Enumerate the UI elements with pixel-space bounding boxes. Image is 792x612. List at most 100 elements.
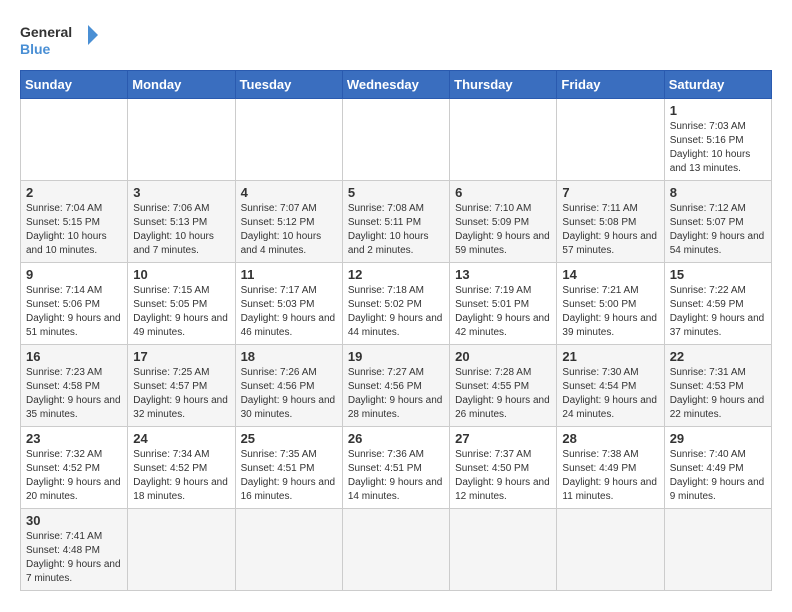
day-info: Sunrise: 7:18 AM Sunset: 5:02 PM Dayligh…	[348, 284, 444, 340]
day-info: Sunrise: 7:11 AM Sunset: 5:08 PM Dayligh…	[562, 202, 658, 258]
day-number: 27	[455, 431, 551, 446]
calendar-cell: 28Sunrise: 7:38 AM Sunset: 4:49 PM Dayli…	[557, 427, 664, 509]
svg-text:Blue: Blue	[20, 41, 51, 57]
day-number: 2	[26, 185, 122, 200]
day-number: 17	[133, 349, 229, 364]
day-number: 30	[26, 513, 122, 528]
calendar-cell	[128, 99, 235, 181]
day-number: 18	[241, 349, 337, 364]
day-header-sunday: Sunday	[21, 71, 128, 99]
day-number: 3	[133, 185, 229, 200]
calendar-cell: 4 Sunrise: 7:07 AM Sunset: 5:12 PM Daylig…	[235, 181, 342, 263]
calendar-cell	[557, 99, 664, 181]
calendar-cell: 18 Sunrise: 7:26 AM Sunset: 4:56 PM Dayli…	[235, 345, 342, 427]
day-number: 24	[133, 431, 229, 446]
day-number: 29	[670, 431, 766, 446]
day-info: Sunrise: 7:35 AM Sunset: 4:51 PM Dayligh…	[241, 448, 337, 504]
calendar-cell: 15 Sunrise: 7:22 AM Sunset: 4:59 PM Dayli…	[664, 263, 771, 345]
day-header-thursday: Thursday	[450, 71, 557, 99]
calendar-cell: 30 Sunrise: 7:41 AM Sunset: 4:48 PM Dayli…	[21, 509, 128, 591]
calendar-cell: 27Sunrise: 7:37 AM Sunset: 4:50 PM Dayli…	[450, 427, 557, 509]
day-number: 12	[348, 267, 444, 282]
day-number: 7	[562, 185, 658, 200]
day-number: 4	[241, 185, 337, 200]
calendar-cell: 17Sunrise: 7:25 AM Sunset: 4:57 PM Dayli…	[128, 345, 235, 427]
calendar-cell: 26 Sunrise: 7:36 AM Sunset: 4:51 PM Dayli…	[342, 427, 449, 509]
calendar-cell	[342, 509, 449, 591]
calendar-week-row: 16Sunrise: 7:23 AM Sunset: 4:58 PM Dayli…	[21, 345, 772, 427]
day-info: Sunrise: 7:27 AM Sunset: 4:56 PM Dayligh…	[348, 366, 444, 422]
calendar-cell: 19 Sunrise: 7:27 AM Sunset: 4:56 PM Dayli…	[342, 345, 449, 427]
calendar-cell: 13Sunrise: 7:19 AM Sunset: 5:01 PM Dayli…	[450, 263, 557, 345]
day-info: Sunrise: 7:17 AM Sunset: 5:03 PM Dayligh…	[241, 284, 337, 340]
day-info: Sunrise: 7:21 AM Sunset: 5:00 PM Dayligh…	[562, 284, 658, 340]
calendar-cell	[21, 99, 128, 181]
calendar-cell: 21 Sunrise: 7:30 AM Sunset: 4:54 PM Dayli…	[557, 345, 664, 427]
day-header-tuesday: Tuesday	[235, 71, 342, 99]
calendar-cell	[342, 99, 449, 181]
calendar-cell: 11 Sunrise: 7:17 AM Sunset: 5:03 PM Dayli…	[235, 263, 342, 345]
day-info: Sunrise: 7:31 AM Sunset: 4:53 PM Dayligh…	[670, 366, 766, 422]
day-header-saturday: Saturday	[664, 71, 771, 99]
calendar-week-row: 9 Sunrise: 7:14 AM Sunset: 5:06 PM Daylig…	[21, 263, 772, 345]
calendar-cell: 12 Sunrise: 7:18 AM Sunset: 5:02 PM Dayli…	[342, 263, 449, 345]
day-number: 20	[455, 349, 551, 364]
calendar-cell: 24 Sunrise: 7:34 AM Sunset: 4:52 PM Dayli…	[128, 427, 235, 509]
day-info: Sunrise: 7:03 AM Sunset: 5:16 PM Dayligh…	[670, 120, 766, 176]
calendar-cell: 23Sunrise: 7:32 AM Sunset: 4:52 PM Dayli…	[21, 427, 128, 509]
calendar-cell	[557, 509, 664, 591]
day-info: Sunrise: 7:41 AM Sunset: 4:48 PM Dayligh…	[26, 530, 122, 586]
header: General Blue	[20, 20, 772, 60]
calendar-cell	[235, 509, 342, 591]
day-info: Sunrise: 7:22 AM Sunset: 4:59 PM Dayligh…	[670, 284, 766, 340]
day-number: 23	[26, 431, 122, 446]
calendar-cell: 16Sunrise: 7:23 AM Sunset: 4:58 PM Dayli…	[21, 345, 128, 427]
calendar-cell: 10 Sunrise: 7:15 AM Sunset: 5:05 PM Dayli…	[128, 263, 235, 345]
calendar-cell: 14Sunrise: 7:21 AM Sunset: 5:00 PM Dayli…	[557, 263, 664, 345]
calendar: SundayMondayTuesdayWednesdayThursdayFrid…	[20, 70, 772, 591]
calendar-cell: 29 Sunrise: 7:40 AM Sunset: 4:49 PM Dayli…	[664, 427, 771, 509]
day-info: Sunrise: 7:30 AM Sunset: 4:54 PM Dayligh…	[562, 366, 658, 422]
day-info: Sunrise: 7:04 AM Sunset: 5:15 PM Dayligh…	[26, 202, 122, 258]
calendar-cell: 8 Sunrise: 7:12 AM Sunset: 5:07 PM Daylig…	[664, 181, 771, 263]
day-number: 11	[241, 267, 337, 282]
day-info: Sunrise: 7:14 AM Sunset: 5:06 PM Dayligh…	[26, 284, 122, 340]
calendar-cell	[450, 509, 557, 591]
calendar-cell	[128, 509, 235, 591]
calendar-header-row: SundayMondayTuesdayWednesdayThursdayFrid…	[21, 71, 772, 99]
day-info: Sunrise: 7:23 AM Sunset: 4:58 PM Dayligh…	[26, 366, 122, 422]
day-info: Sunrise: 7:19 AM Sunset: 5:01 PM Dayligh…	[455, 284, 551, 340]
day-info: Sunrise: 7:28 AM Sunset: 4:55 PM Dayligh…	[455, 366, 551, 422]
day-info: Sunrise: 7:26 AM Sunset: 4:56 PM Dayligh…	[241, 366, 337, 422]
calendar-cell: 6Sunrise: 7:10 AM Sunset: 5:09 PM Daylig…	[450, 181, 557, 263]
calendar-cell	[235, 99, 342, 181]
day-info: Sunrise: 7:15 AM Sunset: 5:05 PM Dayligh…	[133, 284, 229, 340]
day-info: Sunrise: 7:12 AM Sunset: 5:07 PM Dayligh…	[670, 202, 766, 258]
calendar-week-row: 1 Sunrise: 7:03 AM Sunset: 5:16 PM Daylig…	[21, 99, 772, 181]
day-number: 10	[133, 267, 229, 282]
day-number: 9	[26, 267, 122, 282]
day-number: 6	[455, 185, 551, 200]
day-number: 5	[348, 185, 444, 200]
day-number: 21	[562, 349, 658, 364]
calendar-week-row: 30 Sunrise: 7:41 AM Sunset: 4:48 PM Dayli…	[21, 509, 772, 591]
day-info: Sunrise: 7:36 AM Sunset: 4:51 PM Dayligh…	[348, 448, 444, 504]
calendar-cell: 7 Sunrise: 7:11 AM Sunset: 5:08 PM Daylig…	[557, 181, 664, 263]
calendar-cell: 2 Sunrise: 7:04 AM Sunset: 5:15 PM Daylig…	[21, 181, 128, 263]
day-number: 19	[348, 349, 444, 364]
day-info: Sunrise: 7:07 AM Sunset: 5:12 PM Dayligh…	[241, 202, 337, 258]
calendar-cell: 20 Sunrise: 7:28 AM Sunset: 4:55 PM Dayli…	[450, 345, 557, 427]
calendar-week-row: 23Sunrise: 7:32 AM Sunset: 4:52 PM Dayli…	[21, 427, 772, 509]
day-info: Sunrise: 7:40 AM Sunset: 4:49 PM Dayligh…	[670, 448, 766, 504]
day-number: 1	[670, 103, 766, 118]
calendar-cell: 22Sunrise: 7:31 AM Sunset: 4:53 PM Dayli…	[664, 345, 771, 427]
calendar-cell: 9 Sunrise: 7:14 AM Sunset: 5:06 PM Daylig…	[21, 263, 128, 345]
day-number: 26	[348, 431, 444, 446]
day-header-wednesday: Wednesday	[342, 71, 449, 99]
day-number: 8	[670, 185, 766, 200]
day-info: Sunrise: 7:38 AM Sunset: 4:49 PM Dayligh…	[562, 448, 658, 504]
day-info: Sunrise: 7:34 AM Sunset: 4:52 PM Dayligh…	[133, 448, 229, 504]
day-number: 15	[670, 267, 766, 282]
day-header-monday: Monday	[128, 71, 235, 99]
day-info: Sunrise: 7:08 AM Sunset: 5:11 PM Dayligh…	[348, 202, 444, 258]
